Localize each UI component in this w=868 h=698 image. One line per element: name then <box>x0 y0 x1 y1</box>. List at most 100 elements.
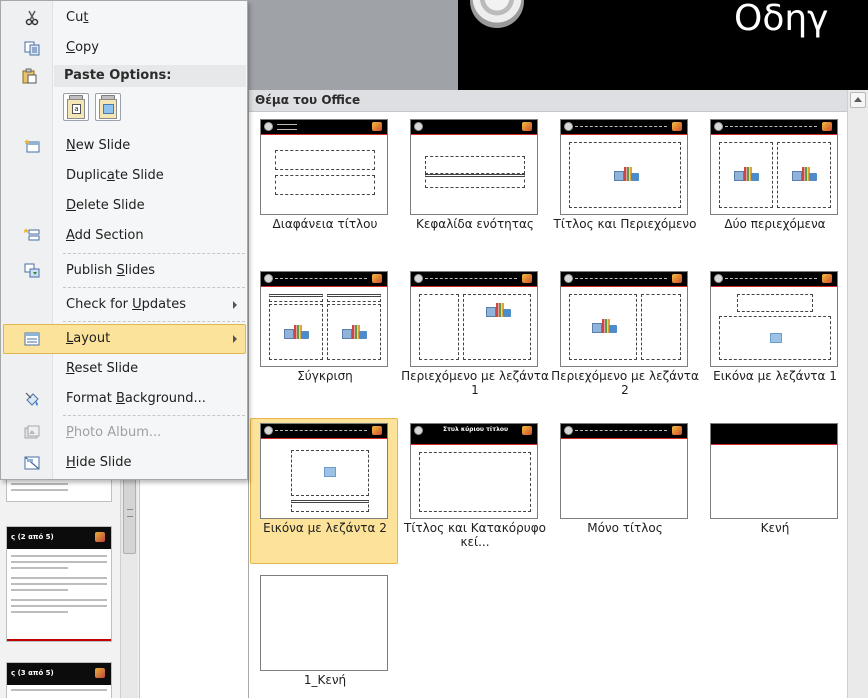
layout-preview <box>410 119 538 215</box>
caption-placeholder <box>419 294 459 360</box>
thumbnail-text-line <box>11 567 69 569</box>
layout-title-and-content[interactable]: Τίτλος και Περιεχόμενο <box>550 114 698 260</box>
content-insert-icon <box>614 165 639 183</box>
layout-label: Δύο περιεχόμενα <box>724 217 826 231</box>
menu-separator <box>63 415 245 416</box>
caption-placeholder <box>291 500 369 512</box>
layout-label: Εικόνα με λεζάντα 1 <box>713 369 837 383</box>
layout-label: Εικόνα με λεζάντα 2 <box>263 521 387 535</box>
layout-label: Μόνο τίτλος <box>587 521 663 535</box>
logo-icon <box>822 274 832 283</box>
paste-icon <box>22 68 37 84</box>
menu-item-new-slide[interactable]: New Slide <box>3 131 246 161</box>
university-seal-logo <box>470 0 524 28</box>
layout-gallery[interactable]: Θέμα του Office Διαφάνεια τίτλου Κεφαλίδ… <box>248 90 868 698</box>
thumbnail-text-line <box>11 483 69 485</box>
copy-icon <box>24 41 40 56</box>
menu-item-reset-slide[interactable]: Reset Slide <box>3 354 246 384</box>
content-insert-icon <box>486 301 511 319</box>
logo-icon <box>822 122 832 131</box>
preview-title-bar <box>261 424 387 438</box>
picture-placeholder <box>291 450 369 496</box>
menu-item-layout[interactable]: Layout <box>3 324 246 354</box>
thumbnail-text-line <box>11 589 69 591</box>
logo-icon <box>672 122 682 131</box>
preview-title-placeholder <box>275 430 367 431</box>
menu-item-copy[interactable]: Copy <box>3 33 246 63</box>
thumbnail-scroll-thumb[interactable] <box>123 474 136 554</box>
thumbnail-header: ς (3 από 5) <box>7 663 111 685</box>
thumbnail-text-line <box>11 577 107 579</box>
preview-title-bar <box>711 272 837 286</box>
seal-icon <box>564 426 573 435</box>
layout-title-only[interactable]: Μόνο τίτλος <box>550 418 698 564</box>
layout-content-with-caption-1[interactable]: Περιεχόμενο με λεζάντα 1 <box>400 266 549 412</box>
menu-item-cut[interactable]: Cut <box>3 3 246 33</box>
layout-comparison[interactable]: Σύγκριση <box>250 266 398 412</box>
menu-item-add-section[interactable]: Add Section <box>3 221 246 251</box>
layout-label: Τίτλος και Κατακόρυφο κεί... <box>404 521 546 549</box>
slide-canvas[interactable]: Οδηγ <box>458 0 868 90</box>
menu-item-hide-slide[interactable]: Hide Slide <box>3 448 246 478</box>
preview-title-placeholder <box>275 278 367 279</box>
menu-label-photo-album: Photo Album... <box>66 425 162 440</box>
layout-picture-with-caption-1[interactable]: Εικόνα με λεζάντα 1 <box>700 266 848 412</box>
thumbnail-text-line <box>11 599 107 601</box>
thumbnail-scrollbar[interactable] <box>120 470 138 698</box>
menu-item-format-background[interactable]: Format Background... <box>3 384 246 414</box>
content-insert-icon <box>284 323 309 341</box>
caption-placeholder <box>737 294 813 312</box>
layout-title-and-vertical-text[interactable]: Στυλ κύριου τίτλου Τίτλος και Κατακόρυφο… <box>400 418 548 564</box>
layout-title-slide[interactable]: Διαφάνεια τίτλου <box>250 114 398 260</box>
paste-use-destination-theme-button[interactable]: a <box>63 93 89 121</box>
content-placeholder-left <box>719 142 773 208</box>
gallery-header: Θέμα του Office <box>249 90 847 112</box>
caption-placeholder <box>641 294 681 360</box>
paste-as-picture-button[interactable] <box>95 93 121 121</box>
layout-blank[interactable]: Κενή <box>700 418 848 564</box>
thumbnail-logo-icon <box>95 668 105 678</box>
text-placeholder <box>425 174 525 188</box>
menu-item-check-for-updates[interactable]: Check for Updates <box>3 290 246 320</box>
picture-paste-icon <box>103 104 114 114</box>
scroll-up-arrow-icon[interactable] <box>850 92 866 108</box>
preview-title-bar <box>261 272 387 286</box>
layout-blank-1[interactable]: 1_Κενή <box>250 570 398 698</box>
layout-picture-with-caption-2[interactable]: Εικόνα με λεζάντα 2 <box>250 418 398 564</box>
gallery-scrollbar[interactable] <box>847 90 868 698</box>
thumbnail-text-line <box>11 611 69 613</box>
preview-accent-line <box>561 134 687 135</box>
layout-label: Κενή <box>760 521 790 535</box>
layout-section-header[interactable]: Κεφαλίδα ενότητας <box>400 114 548 260</box>
title-placeholder <box>275 150 375 170</box>
thumbnail-text-line <box>11 555 107 557</box>
layout-label: Περιεχόμενο με λεζάντα 2 <box>551 369 699 397</box>
publish-icon <box>24 263 40 278</box>
menu-item-photo-album: Photo Album... <box>3 418 246 448</box>
menu-separator <box>63 321 245 322</box>
layout-two-content[interactable]: Δύο περιεχόμενα <box>700 114 848 260</box>
thumbnail-accent-line <box>7 639 111 641</box>
menu-item-publish-slides[interactable]: Publish Slides <box>3 256 246 286</box>
preview-header-lines <box>277 124 297 130</box>
title-placeholder <box>425 156 525 174</box>
seal-icon <box>714 274 723 283</box>
layout-preview <box>560 119 688 215</box>
preview-title-placeholder <box>575 126 667 127</box>
preview-accent-line <box>261 134 387 135</box>
menu-item-duplicate-slide[interactable]: Duplicate Slide <box>3 161 246 191</box>
layout-content-with-caption-2[interactable]: Περιεχόμενο με λεζάντα 2 <box>550 266 699 412</box>
slide-thumbnail-3[interactable]: ς (3 από 5) <box>6 662 112 698</box>
slide-thumbnail-2[interactable]: ς (2 από 5) <box>6 526 112 642</box>
scissors-icon <box>25 10 39 26</box>
menu-item-delete-slide[interactable]: Delete Slide <box>3 191 246 221</box>
seal-icon <box>414 122 423 131</box>
logo-icon <box>372 426 382 435</box>
preview-title-placeholder <box>725 278 817 279</box>
slide-context-menu[interactable]: Cut Copy Paste Options: a New Slide Dupl… <box>0 0 248 480</box>
preview-title-placeholder <box>575 278 667 279</box>
seal-icon <box>564 274 573 283</box>
menu-label-format-background: Format Background... <box>66 391 206 406</box>
preview-accent-line <box>711 134 837 135</box>
slide-thumbnail-pane[interactable]: ς (2 από 5) ς (3 από 5) <box>0 470 140 698</box>
